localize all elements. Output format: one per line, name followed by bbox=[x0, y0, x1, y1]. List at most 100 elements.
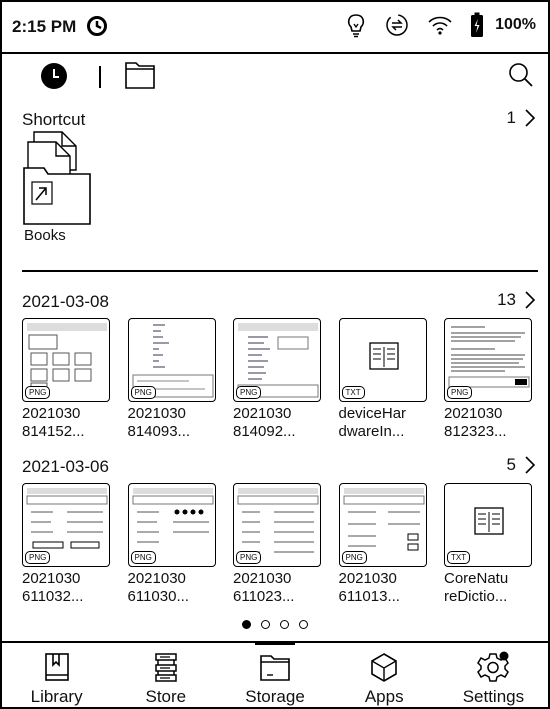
chevron-right-icon bbox=[525, 456, 536, 474]
file-grid: PNG 2021030 611032... PNG 2021030 611030… bbox=[22, 483, 536, 606]
status-bar: 2:15 PM 100% bbox=[2, 2, 548, 54]
file-name-line1: 2021030 bbox=[338, 570, 397, 587]
apps-icon bbox=[371, 653, 398, 682]
file-name-line1: 2021030 bbox=[22, 570, 81, 587]
toolbar-separator bbox=[99, 66, 101, 88]
file-name-line1: 2021030 bbox=[233, 570, 292, 587]
store-icon bbox=[155, 653, 177, 682]
books-shortcut-folder[interactable] bbox=[22, 130, 94, 226]
page-dot[interactable] bbox=[261, 620, 270, 629]
nav-apps[interactable]: Apps bbox=[330, 643, 439, 709]
file-item[interactable]: TXT deviceHar dwareIn... bbox=[338, 318, 431, 441]
file-type-badge: PNG bbox=[447, 386, 473, 399]
file-item[interactable]: PNG 2021030 611030... bbox=[127, 483, 220, 606]
toolbar bbox=[2, 52, 548, 102]
settings-icon bbox=[477, 651, 510, 682]
recent-clock-icon[interactable] bbox=[40, 62, 68, 90]
folder-view-icon[interactable] bbox=[124, 60, 156, 90]
file-grid: PNG 2021030 814152... PNG 2021030 814093… bbox=[22, 318, 536, 441]
file-name-line2: dwareIn... bbox=[338, 423, 405, 440]
file-name-line1: 2021030 bbox=[127, 570, 186, 587]
nav-label: Settings bbox=[462, 687, 525, 706]
shortcut-count: 1 bbox=[506, 108, 516, 127]
group-date: 2021-03-08 bbox=[22, 292, 109, 311]
file-type-badge: PNG bbox=[130, 551, 156, 564]
status-time: 2:15 PM bbox=[12, 17, 77, 36]
file-name-line1: 2021030 bbox=[22, 405, 81, 422]
file-name-line2: 814092... bbox=[233, 423, 296, 440]
nav-label: Library bbox=[30, 687, 83, 706]
group-count: 13 bbox=[497, 290, 516, 309]
file-item[interactable]: PNG 2021030 814152... bbox=[22, 318, 114, 441]
file-name-line1: deviceHar bbox=[338, 405, 407, 422]
refresh-mode-icon[interactable] bbox=[384, 12, 410, 38]
storage-icon bbox=[260, 655, 290, 681]
file-name-line2: 814093... bbox=[127, 423, 191, 440]
file-type-badge: PNG bbox=[130, 386, 156, 399]
file-item[interactable]: PNG 2021030 814092... bbox=[233, 318, 325, 441]
file-type-badge: PNG bbox=[341, 551, 367, 564]
active-indicator bbox=[255, 641, 295, 645]
nav-label: Apps bbox=[364, 687, 404, 706]
section-divider bbox=[22, 270, 538, 272]
file-type-badge: PNG bbox=[25, 551, 51, 564]
file-item[interactable]: PNG 2021030 611032... bbox=[22, 483, 114, 606]
bottom-nav: Library Store Storage Apps Settings bbox=[2, 641, 548, 709]
file-name-line1: 2021030 bbox=[127, 405, 186, 422]
file-thumbnail: TXT bbox=[444, 483, 532, 567]
file-thumbnail: PNG bbox=[233, 483, 321, 567]
file-thumbnail: TXT bbox=[338, 318, 427, 402]
file-type-badge: PNG bbox=[25, 386, 51, 399]
file-name-line2: 611013... bbox=[338, 588, 400, 605]
file-item[interactable]: TXT CoreNatu reDictio... bbox=[444, 483, 536, 606]
file-name-line2: 812323... bbox=[444, 423, 507, 440]
page-indicator bbox=[0, 620, 550, 629]
group-count: 5 bbox=[506, 455, 516, 474]
file-name-line1: 2021030 bbox=[233, 405, 292, 422]
shortcut-title: Shortcut bbox=[22, 110, 86, 129]
shortcut-more[interactable]: 1 bbox=[507, 108, 536, 128]
group-more[interactable]: 5 bbox=[507, 455, 536, 475]
file-item[interactable]: PNG 2021030 611013... bbox=[338, 483, 431, 606]
file-type-badge: PNG bbox=[236, 386, 262, 399]
file-name-line2: 611030... bbox=[127, 588, 189, 605]
page-dot[interactable] bbox=[280, 620, 289, 629]
file-name-line2: reDictio... bbox=[444, 588, 508, 605]
file-thumbnail: PNG bbox=[338, 483, 427, 567]
file-name-line1: 2021030 bbox=[444, 405, 503, 422]
chevron-right-icon bbox=[525, 291, 536, 309]
file-item[interactable]: PNG 2021030 812323... bbox=[444, 318, 536, 441]
library-icon bbox=[44, 653, 69, 681]
battery-icon bbox=[471, 12, 484, 37]
file-thumbnail: PNG bbox=[444, 318, 532, 402]
nav-library[interactable]: Library bbox=[2, 643, 111, 709]
group-date: 2021-03-06 bbox=[22, 457, 109, 476]
nav-label: Storage bbox=[245, 687, 305, 706]
page-dot-active[interactable] bbox=[242, 620, 251, 629]
search-icon[interactable] bbox=[508, 62, 534, 88]
file-thumbnail: PNG bbox=[127, 318, 216, 402]
nav-settings[interactable]: Settings bbox=[439, 643, 548, 709]
file-name-line2: 611032... bbox=[22, 588, 84, 605]
wifi-icon[interactable] bbox=[427, 14, 453, 36]
page-dot[interactable] bbox=[299, 620, 308, 629]
file-item[interactable]: PNG 2021030 814093... bbox=[127, 318, 220, 441]
nav-label: Store bbox=[145, 687, 187, 706]
file-type-badge: TXT bbox=[447, 551, 471, 564]
frontlight-icon[interactable] bbox=[345, 12, 367, 38]
file-name-line2: 814152... bbox=[22, 423, 85, 440]
file-thumbnail: PNG bbox=[22, 318, 110, 402]
file-type-badge: PNG bbox=[236, 551, 262, 564]
file-name-line1: CoreNatu bbox=[444, 570, 509, 587]
chevron-right-icon bbox=[525, 109, 536, 127]
file-thumbnail: PNG bbox=[22, 483, 110, 567]
nav-storage[interactable]: Storage bbox=[220, 641, 329, 709]
file-thumbnail: PNG bbox=[233, 318, 321, 402]
group-more[interactable]: 13 bbox=[497, 290, 536, 310]
file-item[interactable]: PNG 2021030 611023... bbox=[233, 483, 325, 606]
shortcut-label-books: Books bbox=[24, 227, 66, 244]
battery-level: 100% bbox=[495, 16, 536, 33]
file-name-line2: 611023... bbox=[233, 588, 295, 605]
nav-store[interactable]: Store bbox=[111, 643, 220, 709]
sync-icon bbox=[87, 16, 107, 36]
